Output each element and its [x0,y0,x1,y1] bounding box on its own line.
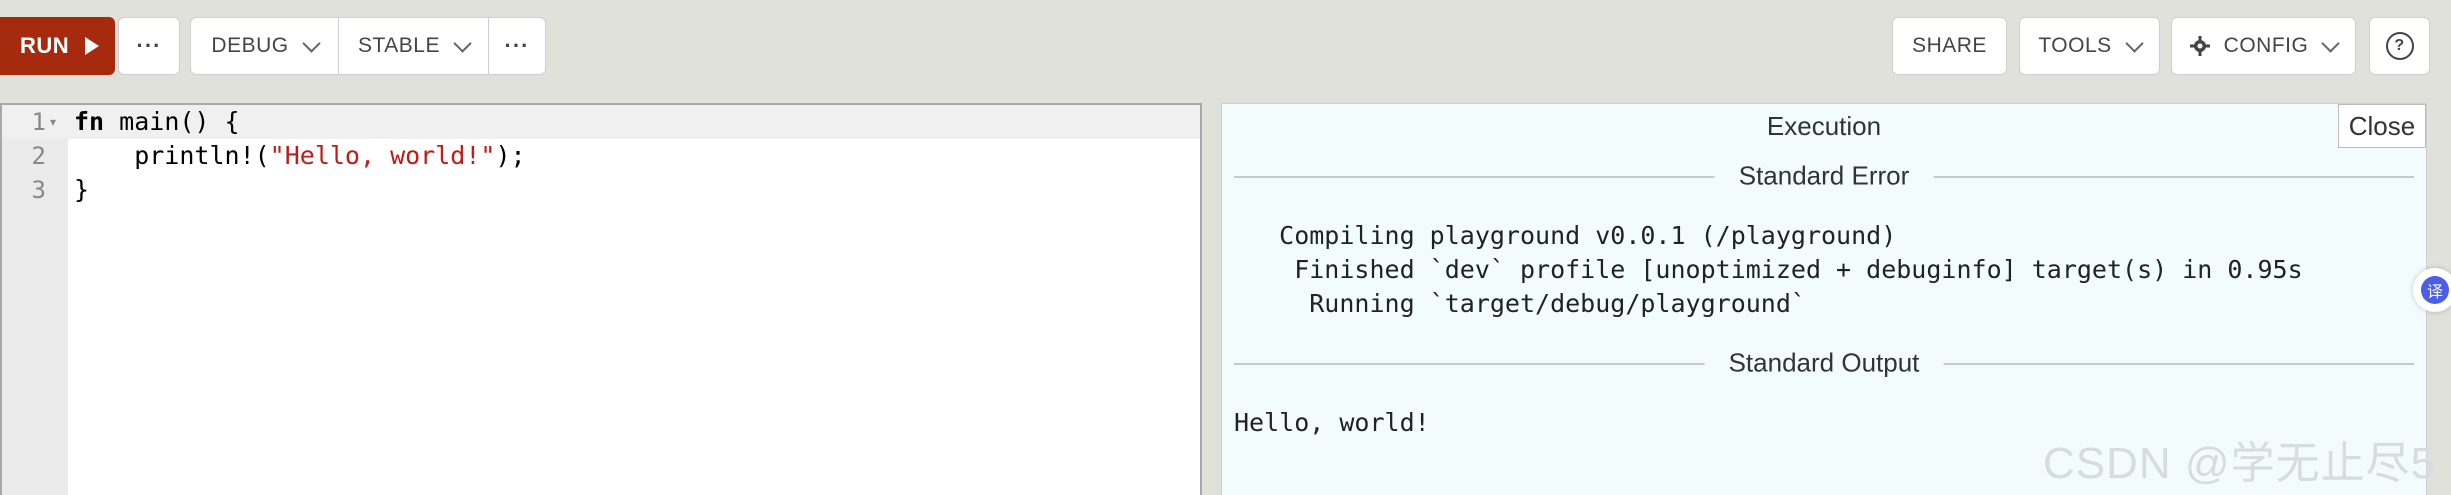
stdout-text: Hello, world! [1234,408,1430,437]
keyword-token: fn [74,107,105,136]
editor-line[interactable]: 3 } [2,173,1200,207]
output-title: Execution [1766,111,1882,141]
play-icon [85,37,100,55]
stderr-header: Standard Error [1714,160,1934,192]
share-button[interactable]: SHARE [1892,17,2007,75]
code-text: fn main() { [74,105,240,139]
mode-label: DEBUG [211,34,289,57]
advanced-options-button[interactable]: ··· [488,18,545,74]
run-button[interactable]: RUN [0,17,115,75]
channel-dropdown[interactable]: STABLE [338,18,488,74]
stderr-divider: Standard Error [1234,160,2414,192]
watermark: CSDN @学无止尽5 [2043,439,2437,488]
chevron-down-icon [301,33,321,53]
code-text: println!("Hello, world!"); [74,139,526,173]
fold-arrow-icon[interactable]: ▾ [50,115,56,129]
build-options-group: DEBUG STABLE ··· [190,17,546,75]
editor-line[interactable]: 1 ▾ fn main() { [2,105,1200,139]
code-token: main() { [104,107,240,136]
stdout-header: Standard Output [1704,347,1944,379]
more-dots: ··· [504,33,530,58]
tools-dropdown[interactable]: TOOLS [2019,17,2160,75]
code-editor[interactable]: 1 ▾ fn main() { 2 println!("Hello, world… [0,103,1202,495]
stderr-line: Running `target/debug/playground` [1234,289,1806,318]
stderr-line: Finished `dev` profile [unoptimized + de… [1234,255,2303,284]
code-token: ); [495,141,526,170]
line-number: 3 [31,176,46,204]
gear-icon [2189,36,2210,56]
editor-line[interactable]: 2 println!("Hello, world!"); [2,139,1200,173]
run-label: RUN [20,33,70,58]
close-output-button[interactable]: Close [2338,104,2426,148]
chevron-down-icon [2124,33,2144,53]
code-token: } [74,175,90,204]
chevron-down-icon [2321,33,2341,53]
chevron-down-icon [453,33,472,53]
help-button[interactable]: ? [2369,17,2430,75]
stdout-divider: Standard Output [1234,347,2414,379]
translate-icon: 译 [2421,276,2449,304]
run-more-button[interactable]: ··· [118,17,180,75]
config-label: CONFIG [2223,34,2309,57]
line-number: 2 [31,142,46,170]
help-icon-glyph: ? [2394,37,2405,54]
line-number: 1 [31,108,46,136]
more-dots: ··· [136,33,162,58]
translate-float-button[interactable]: 译 [2413,268,2451,312]
share-label: SHARE [1912,34,1987,57]
string-token: "Hello, world!" [269,141,496,170]
code-token: println!( [74,141,270,170]
config-dropdown[interactable]: CONFIG [2171,17,2356,75]
mode-dropdown[interactable]: DEBUG [191,18,338,74]
stderr-line: Compiling playground v0.0.1 (/playground… [1234,221,1897,250]
code-text: } [74,173,89,207]
help-icon: ? [2385,32,2414,60]
tools-label: TOOLS [2038,34,2112,57]
channel-label: STABLE [358,34,440,57]
